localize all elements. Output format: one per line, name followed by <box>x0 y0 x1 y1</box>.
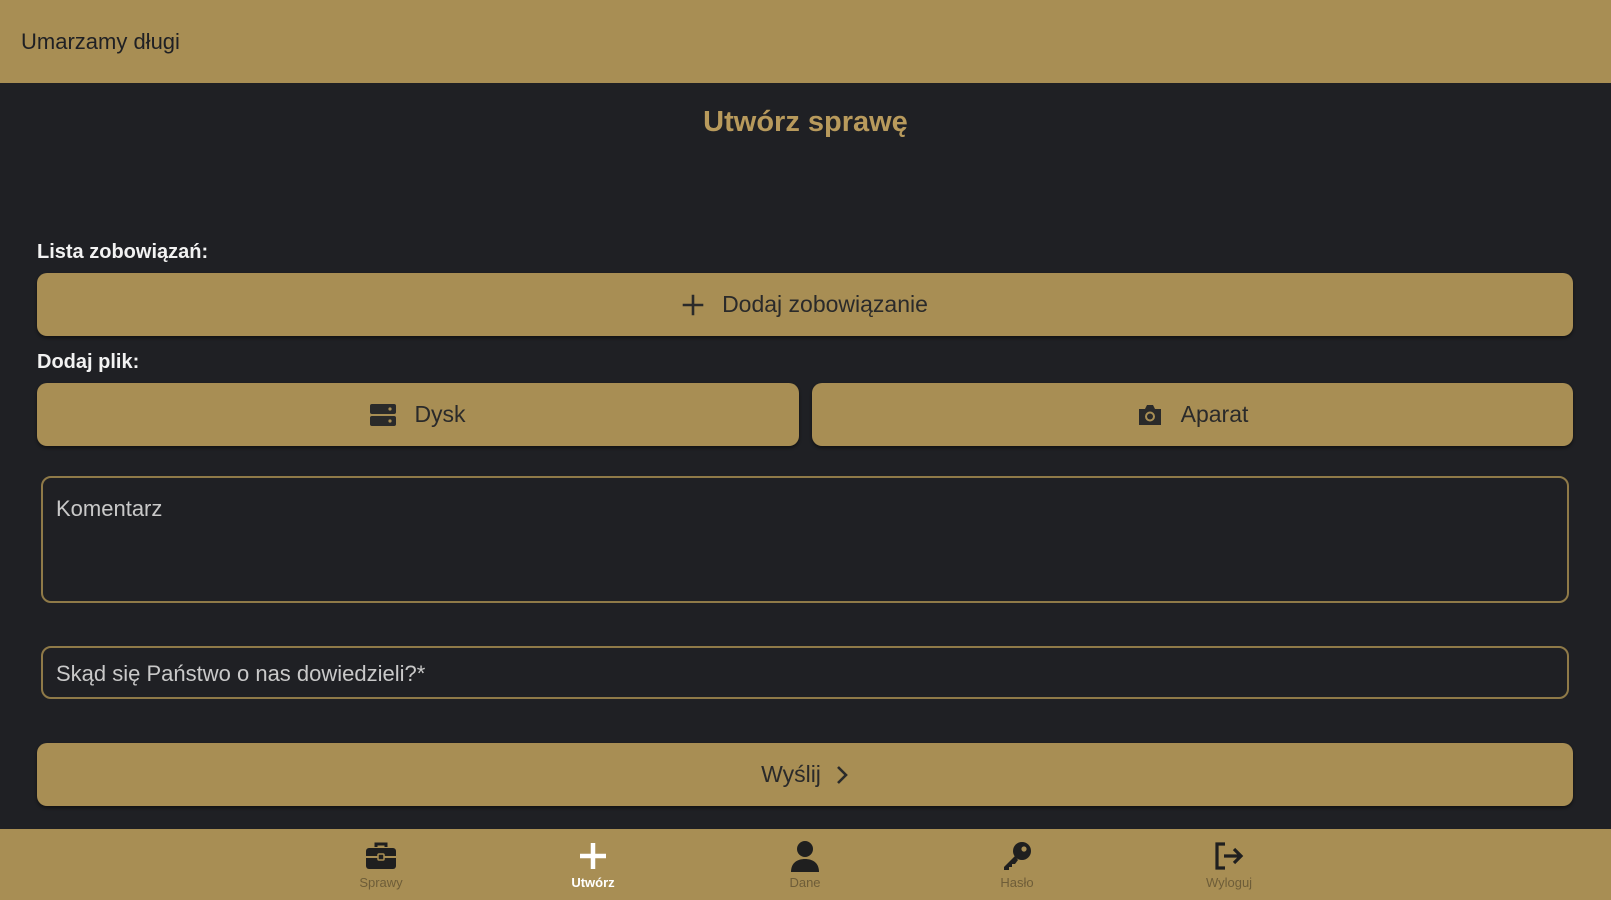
source-field[interactable]: Skąd się Państwo o nas dowiedzieli?* <box>41 646 1569 699</box>
nav-label-sprawy: Sprawy <box>359 875 403 890</box>
comment-field[interactable]: Komentarz <box>41 476 1569 603</box>
submit-button[interactable]: Wyślij <box>37 743 1573 806</box>
disk-button[interactable]: Dysk <box>37 383 799 446</box>
key-icon <box>1001 839 1033 873</box>
page-title: Utwórz sprawę <box>703 106 908 138</box>
drive-icon <box>370 403 397 426</box>
nav-item-wyloguj[interactable]: Wyloguj <box>1169 829 1289 900</box>
app-title: Umarzamy długi <box>21 29 180 54</box>
camera-button-label: Aparat <box>1180 401 1249 427</box>
person-icon <box>790 839 820 873</box>
camera-icon <box>1137 404 1163 426</box>
briefcase-icon <box>365 839 397 873</box>
nav-item-dane[interactable]: Dane <box>745 829 865 900</box>
source-placeholder: Skąd się Państwo o nas dowiedzieli?* <box>56 661 426 686</box>
nav-label-dane: Dane <box>789 875 821 890</box>
add-file-label: Dodaj plik: <box>37 351 140 373</box>
nav-item-sprawy[interactable]: Sprawy <box>321 829 441 900</box>
submit-label: Wyślij <box>761 761 821 787</box>
bottom-nav: Sprawy Utwórz Dane Hasło Wyloguj <box>0 829 1611 900</box>
app-bar: Umarzamy długi <box>0 0 1611 83</box>
nav-item-haslo[interactable]: Hasło <box>957 829 1077 900</box>
chevron-right-icon <box>835 764 849 786</box>
plus-icon <box>578 839 608 873</box>
logout-icon <box>1213 839 1245 873</box>
plus-icon <box>682 294 704 316</box>
nav-item-utworz[interactable]: Utwórz <box>533 829 653 900</box>
add-obligation-label: Dodaj zobowiązanie <box>722 291 928 317</box>
comment-placeholder: Komentarz <box>56 496 163 521</box>
disk-button-label: Dysk <box>414 401 466 427</box>
nav-label-utworz: Utwórz <box>571 875 615 890</box>
camera-button[interactable]: Aparat <box>812 383 1573 446</box>
obligations-label: Lista zobowiązań: <box>37 241 209 263</box>
add-obligation-button[interactable]: Dodaj zobowiązanie <box>37 273 1573 336</box>
nav-label-wyloguj: Wyloguj <box>1205 875 1253 890</box>
nav-label-haslo: Hasło <box>1000 875 1034 890</box>
